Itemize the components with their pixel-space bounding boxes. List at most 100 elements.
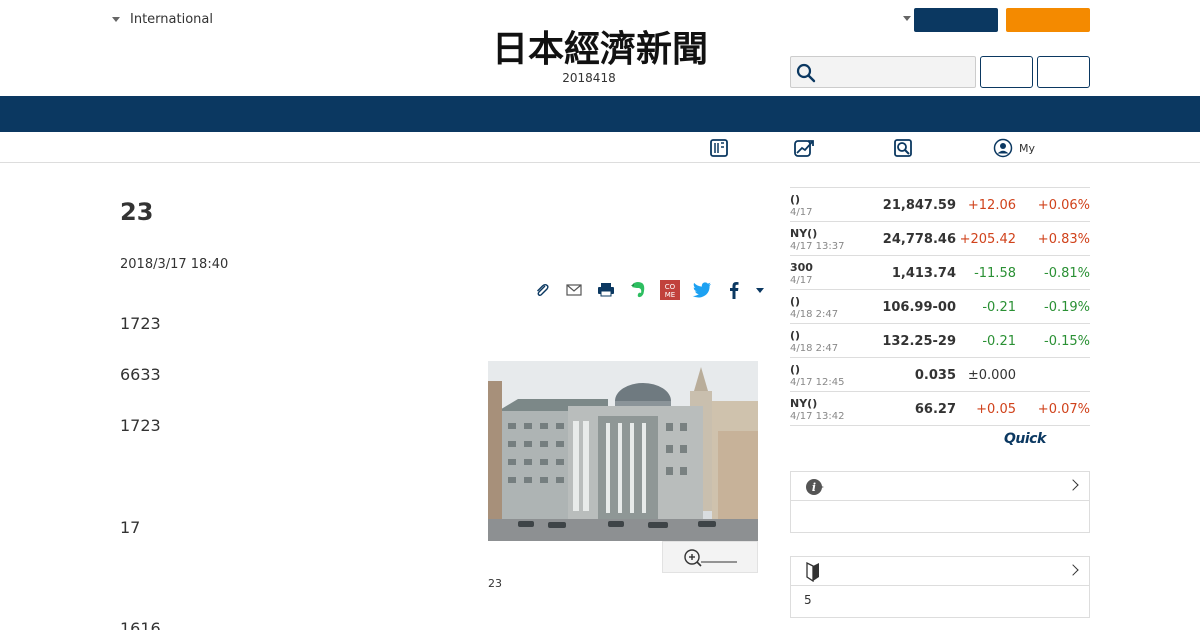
- article-paragraph: 6633: [120, 365, 161, 384]
- header-button-1[interactable]: [980, 56, 1033, 88]
- subnav-markets[interactable]: [793, 138, 815, 158]
- market-time: 4/18 2:47: [790, 309, 839, 320]
- market-row[interactable]: NY() 4/17 13:42 66.27 +0.05 +0.07%: [790, 392, 1090, 426]
- user-icon: [993, 138, 1013, 158]
- beginner-panel-header[interactable]: [791, 557, 1089, 586]
- market-percent: +0.83%: [1037, 232, 1090, 247]
- edition-label: International: [130, 12, 213, 27]
- market-time: 4/17: [790, 207, 813, 218]
- publication-date: 2018418: [562, 71, 616, 85]
- twitter-icon: [692, 282, 711, 298]
- mail-icon: [566, 284, 582, 296]
- market-value: 1,413.74: [891, 266, 956, 281]
- facebook-share-button[interactable]: [718, 277, 750, 303]
- chevron-right-icon: [1067, 564, 1079, 576]
- article-paragraph: 17: [120, 518, 141, 537]
- account-caret-icon[interactable]: [903, 16, 911, 21]
- evernote-share-button[interactable]: [622, 277, 654, 303]
- market-change: +0.05: [976, 402, 1016, 417]
- article-timestamp: 2018/3/17 18:40: [120, 257, 229, 272]
- more-caret-icon: [756, 287, 764, 293]
- article-paragraph: 1723: [120, 416, 161, 435]
- masthead-text: 日本經濟新聞: [492, 28, 708, 66]
- market-value: 21,847.59: [882, 198, 956, 213]
- come-share-button[interactable]: CO ME: [654, 277, 686, 303]
- svg-text:ME: ME: [665, 291, 675, 299]
- market-change: -0.21: [982, 300, 1016, 315]
- info-panel: i: [790, 471, 1090, 533]
- article-headline: 23: [120, 198, 154, 226]
- market-name: (): [790, 295, 801, 308]
- svg-text:CO: CO: [665, 283, 676, 291]
- sub-navigation: My: [0, 132, 1200, 163]
- photo-caption: 23: [488, 577, 502, 590]
- market-change: ±0.000: [967, 368, 1016, 383]
- come-icon: CO ME: [660, 280, 680, 300]
- edition-selector[interactable]: International: [112, 12, 213, 27]
- info-panel-body: [791, 501, 1089, 532]
- article-photo[interactable]: [488, 361, 758, 541]
- mail-share-button[interactable]: [558, 277, 590, 303]
- svg-text:i: i: [812, 481, 816, 494]
- masthead-logo[interactable]: 日本經濟新聞: [452, 28, 748, 66]
- market-percent: +0.07%: [1037, 402, 1090, 417]
- market-change: -0.21: [982, 334, 1016, 349]
- market-name: (): [790, 329, 801, 342]
- clip-button[interactable]: [526, 277, 558, 303]
- beginner-panel: 5: [790, 556, 1090, 618]
- market-percent: -0.19%: [1044, 300, 1090, 315]
- market-percent: +0.06%: [1037, 198, 1090, 213]
- market-time: 4/17 13:42: [790, 411, 845, 422]
- search-icon[interactable]: [796, 63, 816, 83]
- print-button[interactable]: [590, 277, 622, 303]
- share-more-button[interactable]: [750, 277, 770, 303]
- paperclip-icon: [537, 283, 549, 297]
- search-input[interactable]: [821, 57, 971, 87]
- market-time: 4/18 2:47: [790, 343, 839, 354]
- market-row[interactable]: () 4/17 21,847.59 +12.06 +0.06%: [790, 188, 1090, 222]
- search-field[interactable]: [790, 56, 976, 88]
- subnav-newspaper[interactable]: [709, 138, 729, 158]
- market-change: +12.06: [967, 198, 1016, 213]
- article-paragraph: 1616: [120, 619, 161, 630]
- login-button[interactable]: [914, 8, 998, 32]
- chevron-right-icon: [1067, 479, 1079, 491]
- market-value: 132.25-29: [882, 334, 956, 349]
- market-table: () 4/17 21,847.59 +12.06 +0.06% NY() 4/17 13:3…: [790, 187, 1090, 426]
- beginner-count: 5: [804, 593, 812, 607]
- main-navigation-bar: [0, 96, 1200, 132]
- zoom-in-icon: [684, 549, 737, 567]
- info-panel-header[interactable]: i: [791, 472, 1089, 501]
- market-name: NY(): [790, 227, 818, 240]
- quick-logo[interactable]: Quick: [1004, 431, 1046, 447]
- market-value: 24,778.46: [882, 232, 956, 247]
- market-time: 4/17 13:37: [790, 241, 845, 252]
- printer-icon: [598, 283, 614, 297]
- info-icon: i: [806, 479, 824, 495]
- market-change: -11.58: [974, 266, 1016, 281]
- market-name: (): [790, 363, 801, 376]
- market-value: 66.27: [914, 402, 956, 417]
- header-button-2[interactable]: [1037, 56, 1090, 88]
- market-percent: -0.15%: [1044, 334, 1090, 349]
- twitter-share-button[interactable]: [686, 277, 718, 303]
- market-row[interactable]: 300 4/17 1,413.74 -11.58 -0.81%: [790, 256, 1090, 290]
- subnav-mypage[interactable]: My: [993, 138, 1035, 158]
- market-row[interactable]: NY() 4/17 13:37 24,778.46 +205.42 +0.83%: [790, 222, 1090, 256]
- caret-down-icon: [112, 17, 120, 22]
- market-row[interactable]: () 4/17 12:45 0.035 ±0.000: [790, 358, 1090, 392]
- market-percent: -0.81%: [1044, 266, 1090, 281]
- market-name: NY(): [790, 397, 818, 410]
- facebook-icon: [730, 282, 739, 299]
- subnav-search[interactable]: [893, 138, 913, 158]
- market-value: 0.035: [914, 368, 956, 383]
- market-row[interactable]: () 4/18 2:47 106.99-00 -0.21 -0.19%: [790, 290, 1090, 324]
- subscribe-button[interactable]: [1006, 8, 1090, 32]
- mypage-label: My: [1019, 141, 1036, 155]
- market-time: 4/17 12:45: [790, 377, 845, 388]
- market-row[interactable]: () 4/18 2:47 132.25-29 -0.21 -0.15%: [790, 324, 1090, 358]
- market-change: +205.42: [959, 232, 1016, 247]
- search-square-icon: [894, 139, 912, 157]
- newspaper-icon: [710, 139, 728, 157]
- photo-zoom-button[interactable]: [662, 541, 758, 573]
